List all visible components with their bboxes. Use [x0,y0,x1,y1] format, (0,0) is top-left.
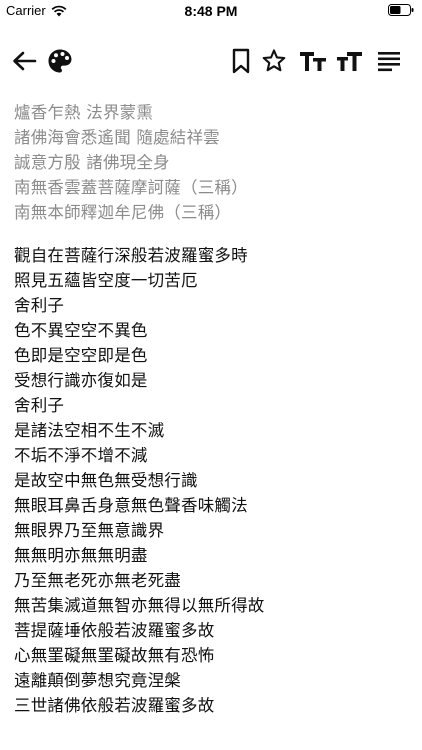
sutra-line: 照見五蘊皆空度一切苦厄 [14,271,198,290]
invocation-section: 爐香乍熱 法界蒙熏 諸佛海會悉遙聞 隨處結祥雲 誠意方殷 諸佛現全身 南無香雲蓋… [14,100,412,225]
sutra-line: 觀自在菩薩行深般若波羅蜜多時 [14,246,248,265]
sutra-line: 色即是空空即是色 [14,346,148,365]
sutra-line: 色不異空空不異色 [14,321,148,340]
sutra-line: 無眼耳鼻舌身意無色聲香味觸法 [14,496,248,515]
sutra-line: 三世諸佛依般若波羅蜜多故 [14,696,215,715]
sutra-line: 舍利子 [14,396,65,415]
back-button[interactable] [9,46,39,76]
sutra-line: 無眼界乃至無意識界 [14,521,165,540]
status-bar: Carrier 8:48 PM [0,0,422,22]
bookmark-icon [232,48,250,74]
screen: Carrier 8:48 PM 爐香乍熱 法界蒙熏 諸佛海會悉遙聞 隨處結祥雲 … [0,0,422,750]
invocation-line: 諸佛海會悉遙聞 隨處結祥雲 [14,128,220,147]
sutra-line: 乃至無老死亦無老死盡 [14,571,181,590]
invocation-line: 南無香雲蓋菩薩摩訶薩（三稱） [14,178,248,197]
invocation-line: 爐香乍熱 法界蒙熏 [14,103,154,122]
back-arrow-icon [13,51,37,71]
sutra-line: 心無罣礙無罣礙故無有恐怖 [14,646,215,665]
theme-button[interactable] [45,46,75,76]
invocation-line: 誠意方殷 諸佛現全身 [14,153,170,172]
sutra-text: 觀自在菩薩行深般若波羅蜜多時 照見五蘊皆空度一切苦厄 舍利子 色不異空空不異色 … [14,243,412,718]
invocation-line: 南無本師釋迦牟尼佛（三稱） [14,203,232,222]
decrease-font-button[interactable] [335,46,365,76]
toolbar [0,40,422,80]
sutra-line: 是故空中無色無受想行識 [14,471,198,490]
sutra-line: 無苦集滅道無智亦無得以無所得故 [14,596,265,615]
bookmark-button[interactable] [226,46,256,76]
sutra-line: 舍利子 [14,296,65,315]
sutra-line: 是諸法空相不生不滅 [14,421,165,440]
decrease-font-icon [337,52,362,71]
sutra-line: 不垢不淨不增不減 [14,446,148,465]
align-left-icon [378,52,400,72]
increase-font-button[interactable] [298,46,328,76]
sutra-line: 遠離顛倒夢想究竟涅槃 [14,671,181,690]
sutra-line: 菩提薩埵依般若波羅蜜多故 [14,621,215,640]
palette-icon [48,49,72,73]
sutra-line: 受想行識亦復如是 [14,371,148,390]
battery-icon [388,4,414,16]
sutra-line: 無無明亦無無明盡 [14,546,148,565]
align-button[interactable] [374,46,404,76]
increase-font-icon [300,52,326,71]
scripture-content: 爐香乍熱 法界蒙熏 諸佛海會悉遙聞 隨處結祥雲 誠意方殷 諸佛現全身 南無香雲蓋… [14,100,412,718]
star-icon [262,49,286,72]
favorite-button[interactable] [259,46,289,76]
status-time: 8:48 PM [184,3,238,19]
